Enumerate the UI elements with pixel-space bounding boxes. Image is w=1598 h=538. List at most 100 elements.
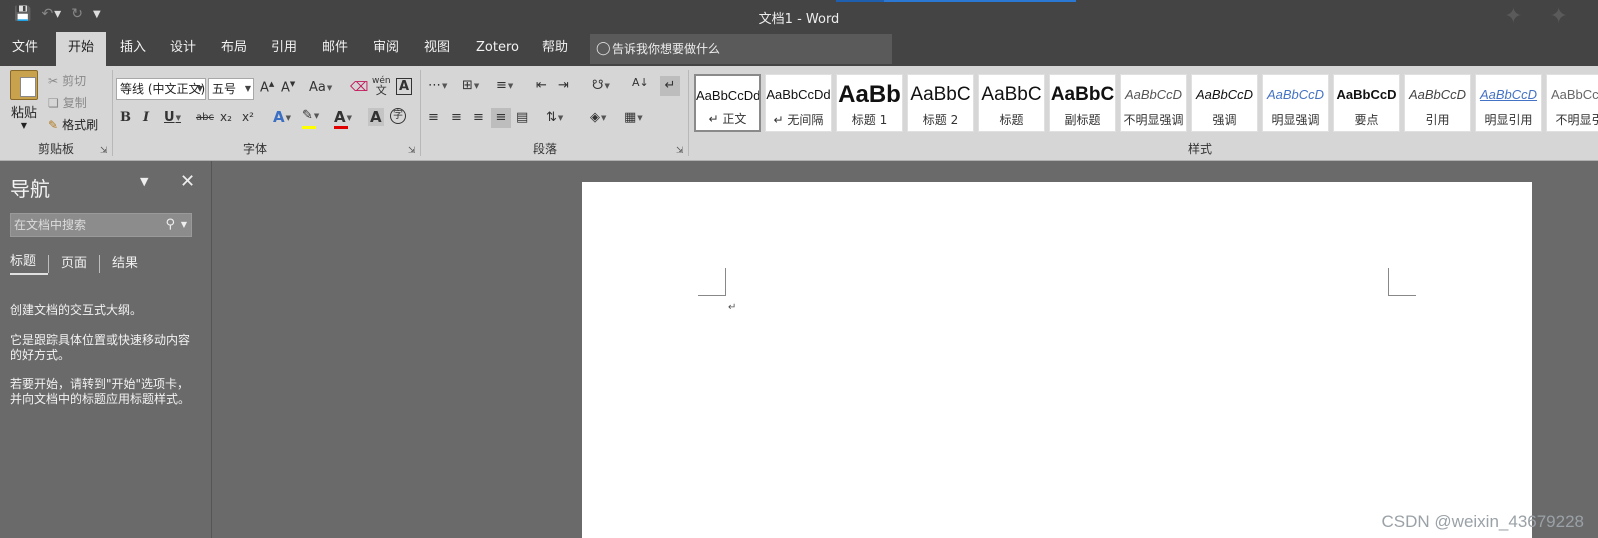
font-name-select[interactable]: 等线 (中文正文) ▼ xyxy=(116,78,206,100)
change-case-label: Aa xyxy=(309,80,326,95)
highlight-color-button[interactable]: ✎▼ xyxy=(302,108,319,129)
text-effects-icon[interactable]: A▼ xyxy=(273,108,291,126)
search-placeholder: 在文档中搜索 xyxy=(14,218,87,232)
enclose-characters-icon[interactable]: 字 xyxy=(390,108,406,124)
paste-button[interactable]: 粘贴 ▼ xyxy=(6,70,42,130)
decrease-indent-icon[interactable]: ⇤ xyxy=(536,78,547,93)
group-separator xyxy=(688,70,689,156)
style-name: 强调 xyxy=(1212,113,1237,127)
bold-button[interactable]: B xyxy=(120,110,131,125)
style-intense-quote[interactable]: AaBbCcD 明显引用 xyxy=(1475,74,1542,132)
chevron-down-icon[interactable]: ▼ xyxy=(181,214,187,236)
superscript-button[interactable]: x² xyxy=(242,110,254,124)
navigation-hint-1: 创建文档的交互式大纲。 xyxy=(10,303,143,317)
tab-references[interactable]: 引用 xyxy=(259,32,309,66)
navigation-tabs: 标题 页面 结果 xyxy=(10,253,150,275)
style-normal[interactable]: AaBbCcDd ↵ 正文 xyxy=(694,74,761,132)
font-color-button[interactable]: A▼ xyxy=(334,108,352,129)
style-name: 标题 2 xyxy=(922,113,959,127)
dialog-launcher-icon[interactable]: ⇲ xyxy=(100,146,108,156)
lightbulb-icon: ◯ xyxy=(596,41,611,56)
change-case-button[interactable]: Aa▼ xyxy=(309,80,332,95)
cut-button[interactable]: ✂ 剪切 xyxy=(48,72,86,89)
style-emphasis[interactable]: AaBbCcD 强调 xyxy=(1191,74,1258,132)
style-sample: AaBbCcDd xyxy=(766,87,831,102)
highlight-color-bar xyxy=(302,126,316,129)
clear-format-icon[interactable]: ⌫ xyxy=(350,80,368,95)
subscript-button[interactable]: x₂ xyxy=(220,110,232,124)
format-painter-button[interactable]: ✎ 格式刷 xyxy=(48,116,98,133)
character-border-icon[interactable]: A xyxy=(396,78,412,95)
style-heading-1[interactable]: AaBb 标题 1 xyxy=(836,74,903,132)
tab-help[interactable]: 帮助 xyxy=(530,32,580,66)
highlighter-icon: ✎ xyxy=(302,108,313,123)
font-size-select[interactable]: 五号 ▼ xyxy=(208,78,254,100)
style-no-spacing[interactable]: AaBbCcDd ↵ 无间隔 xyxy=(765,74,832,132)
chevron-down-icon[interactable]: ▼ xyxy=(140,175,148,188)
dialog-launcher-icon[interactable]: ⇲ xyxy=(676,146,684,156)
search-input[interactable]: 在文档中搜索 ⚲ ▼ xyxy=(10,213,192,237)
shading-icon[interactable]: ◈▼ xyxy=(590,110,606,125)
style-sample: AaBbCcD xyxy=(1479,87,1538,102)
close-icon[interactable]: ✕ xyxy=(180,171,195,192)
navigation-hint-3: 若要开始，请转到"开始"选项卡，并向文档中的标题应用标题样式。 xyxy=(10,377,191,406)
style-name: 明显强调 xyxy=(1271,113,1320,127)
tab-headings[interactable]: 标题 xyxy=(10,253,49,275)
style-heading-2[interactable]: AaBbC 标题 2 xyxy=(907,74,974,132)
shrink-font-icon[interactable]: A▼ xyxy=(281,80,295,95)
style-intense-emphasis[interactable]: AaBbCcD 明显强调 xyxy=(1262,74,1329,132)
align-left-icon[interactable]: ≡ xyxy=(428,110,439,125)
sort-icon[interactable]: A↓ xyxy=(632,76,649,89)
tab-review[interactable]: 审阅 xyxy=(361,32,411,66)
strikethrough-button[interactable]: abc xyxy=(196,112,214,123)
underline-button[interactable]: U▼ xyxy=(164,110,181,125)
style-name: 不明显引 xyxy=(1555,113,1598,127)
tell-me-box[interactable]: ◯ 告诉我你想要做什么 xyxy=(590,34,892,64)
paragraph-group-label: 段落 xyxy=(532,142,557,156)
character-shading-icon[interactable]: A xyxy=(368,108,384,126)
tab-layout[interactable]: 布局 xyxy=(209,32,259,66)
format-painter-label: 格式刷 xyxy=(62,118,99,132)
numbering-icon[interactable]: ⊞▼ xyxy=(462,78,479,93)
phonetic-guide-icon[interactable]: wén 文 xyxy=(372,77,391,97)
style-sample: AaBbCcD xyxy=(1266,87,1325,102)
dialog-launcher-icon[interactable]: ⇲ xyxy=(408,146,416,156)
line-spacing-icon[interactable]: ⇅▼ xyxy=(546,110,563,125)
multilevel-list-icon[interactable]: ≡▼ xyxy=(496,78,513,93)
ribbon-tabs: 文件 开始 插入 设计 布局 引用 邮件 审阅 视图 Zotero 帮助 ◯ 告… xyxy=(0,32,1598,66)
copy-icon: ❏ xyxy=(48,95,59,110)
document-page[interactable]: ↵ xyxy=(582,182,1532,538)
search-icon[interactable]: ⚲ xyxy=(165,214,175,236)
tab-mailings[interactable]: 邮件 xyxy=(310,32,360,66)
tab-insert[interactable]: 插入 xyxy=(108,32,158,66)
tab-zotero[interactable]: Zotero xyxy=(464,32,531,66)
group-separator xyxy=(420,70,421,156)
style-title[interactable]: AaBbC 标题 xyxy=(978,74,1045,132)
borders-icon[interactable]: ▦▼ xyxy=(624,110,643,125)
align-center-icon[interactable]: ≡ xyxy=(451,110,462,125)
style-quote[interactable]: AaBbCcD 引用 xyxy=(1404,74,1471,132)
theme-decoration-icon: ✦ ✦ xyxy=(1504,4,1578,29)
tab-results[interactable]: 结果 xyxy=(99,255,150,273)
justify-icon[interactable]: ≡ xyxy=(491,108,511,128)
tab-view[interactable]: 视图 xyxy=(412,32,462,66)
tab-home[interactable]: 开始 xyxy=(56,32,107,66)
tab-design[interactable]: 设计 xyxy=(158,32,208,66)
copy-button[interactable]: ❏ 复制 xyxy=(48,94,87,111)
grow-font-icon[interactable]: A▲ xyxy=(260,80,274,95)
tab-file[interactable]: 文件 xyxy=(0,32,50,66)
copy-label: 复制 xyxy=(62,96,87,110)
group-separator xyxy=(112,70,113,156)
style-subtle-emphasis[interactable]: AaBbCcD 不明显强调 xyxy=(1120,74,1187,132)
asian-layout-icon[interactable]: ☋▼ xyxy=(592,78,610,93)
bullets-icon[interactable]: ⋯▼ xyxy=(428,78,447,93)
show-formatting-marks-icon[interactable]: ↵ xyxy=(660,76,680,96)
style-subtle-reference[interactable]: AaBbCcD 不明显引 xyxy=(1546,74,1598,132)
style-strong[interactable]: AaBbCcD 要点 xyxy=(1333,74,1400,132)
align-right-icon[interactable]: ≡ xyxy=(473,110,484,125)
increase-indent-icon[interactable]: ⇥ xyxy=(558,78,569,93)
distributed-icon[interactable]: ▤ xyxy=(516,110,528,125)
tab-pages[interactable]: 页面 xyxy=(48,255,99,273)
italic-button[interactable]: I xyxy=(143,110,149,125)
style-subtitle[interactable]: AaBbC 副标题 xyxy=(1049,74,1116,132)
